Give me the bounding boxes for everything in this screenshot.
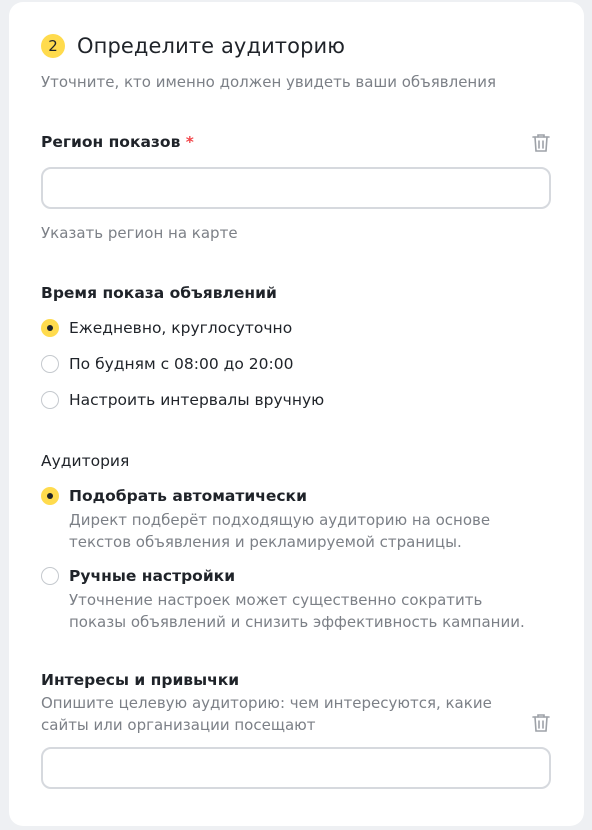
schedule-option-daily[interactable]: Ежедневно, круглосуточно xyxy=(41,318,292,338)
audience-label: Аудитория xyxy=(41,452,130,470)
radio-label: По будням с 08:00 до 20:00 xyxy=(69,355,294,373)
hint-line: сайты или организации посещают xyxy=(41,716,316,734)
description-line: текстов объявления и рекламируемой стран… xyxy=(69,533,462,551)
audience-option-auto-description: Директ подберёт подходящую аудиторию на … xyxy=(69,509,490,553)
radio-checked-icon[interactable] xyxy=(41,487,59,505)
audience-option-manual[interactable]: Ручные настройки xyxy=(41,566,235,586)
section-title: Определите аудиторию xyxy=(77,34,346,58)
schedule-label: Время показа объявлений xyxy=(41,284,277,302)
audience-option-manual-description: Уточнение настроек может существенно сок… xyxy=(69,589,525,633)
schedule-option-weekdays[interactable]: По будням с 08:00 до 20:00 xyxy=(41,354,293,374)
interests-hint: Опишите целевую аудиторию: чем интересую… xyxy=(41,692,492,736)
region-label: Регион показов * xyxy=(41,132,194,152)
description-line: Директ подберёт подходящую аудиторию на … xyxy=(69,511,491,529)
audience-option-auto[interactable]: Подобрать автоматически xyxy=(41,486,307,506)
region-label-text: Регион показов xyxy=(41,133,181,151)
description-line: Уточнение настроек может существенно сок… xyxy=(69,591,483,609)
radio-label: Ручные настройки xyxy=(69,567,236,585)
radio-checked-icon[interactable] xyxy=(41,319,59,337)
radio-label: Подобрать автоматически xyxy=(69,487,307,505)
trash-icon[interactable] xyxy=(532,133,550,153)
region-map-link[interactable]: Указать регион на карте xyxy=(41,223,238,243)
section-subtitle: Уточните, кто именно должен увидеть ваши… xyxy=(41,73,496,91)
radio-label: Ежедневно, круглосуточно xyxy=(69,319,293,337)
schedule-option-manual[interactable]: Настроить интервалы вручную xyxy=(41,390,324,410)
radio-label: Настроить интервалы вручную xyxy=(69,391,325,409)
description-line: показы объявлений и снизить эффективност… xyxy=(69,613,525,631)
interests-input[interactable] xyxy=(41,747,551,789)
region-input[interactable] xyxy=(41,167,551,209)
interests-label: Интересы и привычки xyxy=(41,671,240,689)
step-number-badge: 2 xyxy=(41,34,65,58)
trash-icon[interactable] xyxy=(532,713,550,733)
audience-card: 2 Определите аудиторию Уточните, кто име… xyxy=(9,2,584,826)
radio-unchecked-icon[interactable] xyxy=(41,567,59,585)
required-mark: * xyxy=(185,133,194,151)
hint-line: Опишите целевую аудиторию: чем интересую… xyxy=(41,694,492,712)
radio-unchecked-icon[interactable] xyxy=(41,355,59,373)
radio-unchecked-icon[interactable] xyxy=(41,391,59,409)
